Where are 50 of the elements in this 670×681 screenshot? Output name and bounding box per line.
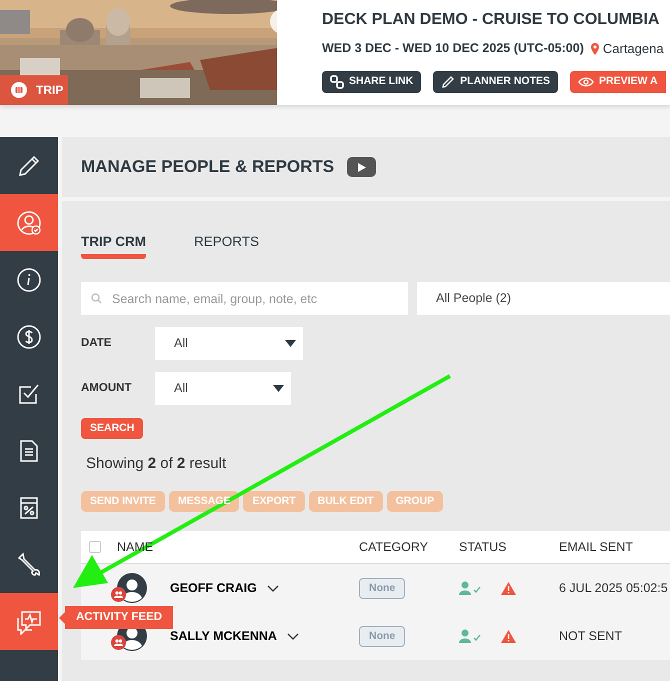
- dollar-icon: [16, 324, 42, 350]
- chat-pulse-icon: [16, 608, 42, 634]
- column-header: EMAIL SENT: [559, 540, 633, 554]
- filter-label: AMOUNT: [81, 380, 132, 396]
- chevron-down-icon[interactable]: [266, 584, 279, 592]
- page-title: MANAGE PEOPLE & REPORTS: [81, 156, 334, 178]
- search-field[interactable]: Search name, email, group, note, etc: [81, 282, 408, 315]
- person-check-icon: [459, 581, 483, 596]
- video-play-button[interactable]: [347, 157, 376, 177]
- wrench-icon: [16, 552, 42, 578]
- filter-dropdown[interactable]: All: [155, 327, 303, 360]
- category-tag: None: [359, 578, 406, 600]
- results-summary: Showing 2 of 2 result: [86, 454, 228, 474]
- play-icon: [358, 162, 366, 172]
- category-tag: None: [359, 626, 406, 648]
- people-filter-dropdown[interactable]: All People (2): [417, 282, 670, 315]
- warning-icon: [501, 630, 516, 643]
- trip-dates: WED 3 DEC - WED 10 DEC 2025 (UTC-05:00): [322, 40, 584, 58]
- tab[interactable]: TRIP CRM: [81, 230, 146, 259]
- suitcase-icon: [11, 82, 27, 98]
- person-check-icon: [16, 210, 42, 236]
- dropdown-arrow-icon: [285, 340, 296, 347]
- search-icon: [91, 293, 102, 304]
- select-all-checkbox[interactable]: [89, 541, 101, 554]
- tab[interactable]: REPORTS: [194, 230, 260, 259]
- tooltip: ACTIVITY FEED: [65, 606, 174, 629]
- trip-title: DECK PLAN DEMO - CRUISE TO COLUMBIA: [322, 10, 660, 30]
- column-header: CATEGORY: [359, 540, 428, 554]
- search-button[interactable]: SEARCH: [81, 418, 144, 440]
- group-badge-icon: [111, 635, 126, 650]
- column-header: STATUS: [459, 540, 506, 554]
- dropdown-arrow-icon: [273, 385, 284, 392]
- link-button[interactable]: SHARE LINK: [322, 70, 422, 92]
- filter-dropdown[interactable]: All: [155, 372, 291, 405]
- trip-location: Cartagena: [602, 40, 664, 58]
- group-badge-icon: [111, 587, 126, 602]
- filter-label: DATE: [81, 336, 112, 351]
- info-icon: [16, 266, 42, 292]
- chevron-down-icon[interactable]: [286, 632, 299, 640]
- email-sent-date: NOT SENT: [559, 628, 623, 645]
- pencil-icon: [441, 74, 456, 88]
- email-sent-date: 6 JUL 2025 05:02:5: [559, 580, 669, 597]
- preview-button[interactable]: PREVIEW A: [570, 70, 666, 92]
- notes-button[interactable]: PLANNER NOTES: [433, 70, 558, 92]
- link-icon: [330, 74, 344, 88]
- warning-icon: [501, 582, 516, 595]
- person-check-icon: [459, 629, 483, 644]
- eye-icon: [578, 76, 594, 88]
- trip-label: TRIP: [36, 82, 64, 99]
- location-pin-icon: [590, 42, 599, 55]
